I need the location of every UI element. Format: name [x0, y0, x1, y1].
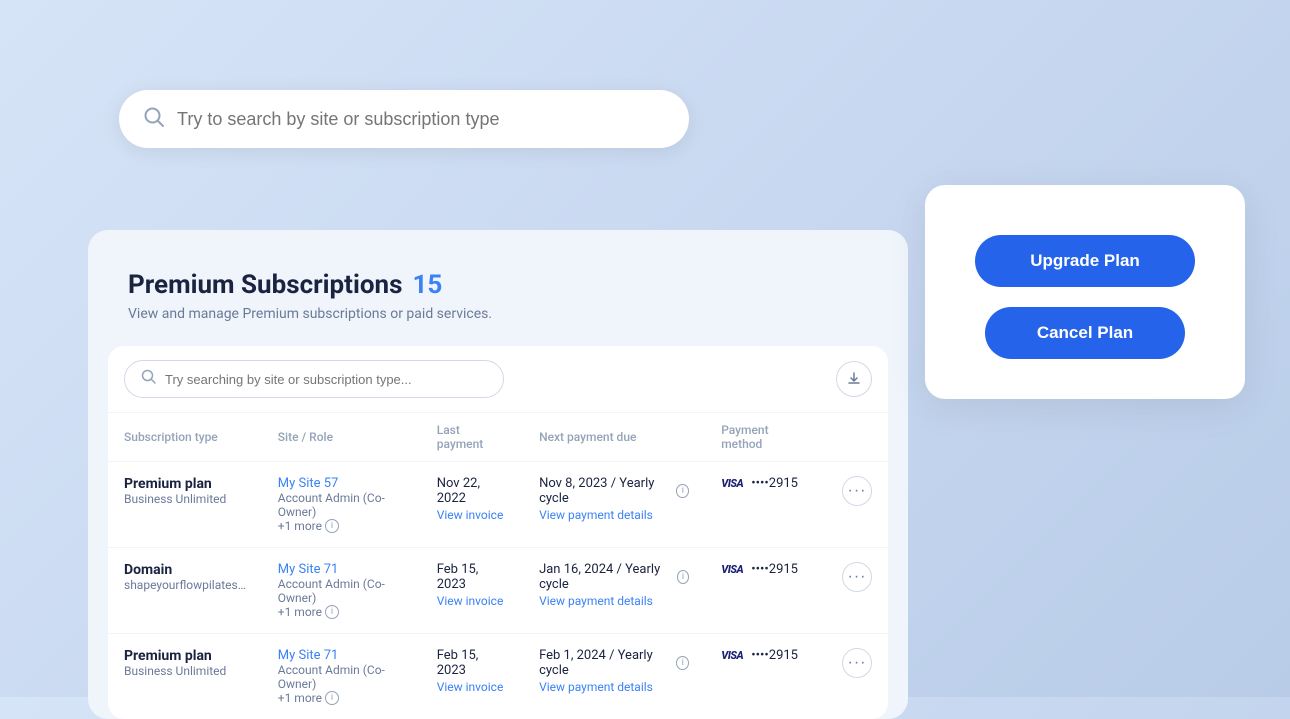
site-more: +1 more i: [278, 605, 405, 619]
site-link[interactable]: My Site 71: [278, 648, 405, 663]
col-actions: [826, 413, 888, 462]
col-next-payment: Next payment due: [523, 413, 705, 462]
row-actions-cell: ···: [826, 548, 888, 634]
top-search-bar: [119, 90, 689, 148]
next-payment-date: Nov 8, 2023 / Yearly cycle i: [539, 476, 689, 506]
col-site-role: Site / Role: [262, 413, 421, 462]
cycle-info-icon[interactable]: i: [676, 484, 689, 498]
site-link[interactable]: My Site 71: [278, 562, 405, 577]
visa-logo: VISA: [721, 563, 743, 576]
card-header: Premium Subscriptions 15 View and manage…: [88, 270, 908, 346]
upgrade-plan-button[interactable]: Upgrade Plan: [975, 235, 1195, 287]
search-input[interactable]: [177, 109, 665, 130]
cycle-info-icon[interactable]: i: [677, 570, 689, 584]
page-title-text: Premium Subscriptions: [128, 270, 402, 300]
view-invoice-link[interactable]: View invoice: [437, 680, 507, 694]
site-role: Account Admin (Co-Owner): [278, 663, 405, 691]
top-search-container: [119, 90, 689, 148]
download-button[interactable]: [836, 361, 872, 397]
table-row: Premium plan Business Unlimited My Site …: [108, 462, 888, 548]
sub-type-primary: Premium plan: [124, 476, 246, 492]
sub-type-primary: Domain: [124, 562, 246, 578]
card-last4: ••••2915: [751, 562, 798, 577]
page-count-badge: 15: [412, 270, 442, 300]
next-payment-cell: Jan 16, 2024 / Yearly cycle i View payme…: [523, 548, 705, 634]
site-role: Account Admin (Co-Owner): [278, 577, 405, 605]
row-more-button[interactable]: ···: [842, 476, 872, 506]
last-payment-cell: Feb 15, 2023 View invoice: [421, 634, 523, 719]
inner-search-icon: [141, 369, 157, 389]
payment-method-cell: VISA ••••2915: [705, 634, 826, 719]
last-payment-cell: Feb 15, 2023 View invoice: [421, 548, 523, 634]
view-payment-details-link[interactable]: View payment details: [539, 508, 689, 522]
row-actions-cell: ···: [826, 462, 888, 548]
inner-search-input[interactable]: [165, 372, 487, 387]
sub-type-secondary: Business Unlimited: [124, 492, 246, 506]
search-icon: [143, 106, 165, 132]
site-role-cell: My Site 71 Account Admin (Co-Owner) +1 m…: [262, 548, 421, 634]
next-payment-date: Jan 16, 2024 / Yearly cycle i: [539, 562, 689, 592]
row-actions-cell: ···: [826, 634, 888, 719]
view-payment-details-link[interactable]: View payment details: [539, 680, 689, 694]
info-icon[interactable]: i: [325, 605, 339, 619]
view-invoice-link[interactable]: View invoice: [437, 594, 507, 608]
site-role-cell: My Site 71 Account Admin (Co-Owner) +1 m…: [262, 634, 421, 719]
cancel-plan-button[interactable]: Cancel Plan: [985, 307, 1185, 359]
next-payment-cell: Feb 1, 2024 / Yearly cycle i View paymen…: [523, 634, 705, 719]
site-role-cell: My Site 57 Account Admin (Co-Owner) +1 m…: [262, 462, 421, 548]
info-icon[interactable]: i: [325, 519, 339, 533]
subscription-type-cell: Premium plan Business Unlimited: [108, 634, 262, 719]
col-last-payment: Last payment: [421, 413, 523, 462]
card-last4: ••••2915: [751, 648, 798, 663]
subscription-type-cell: Premium plan Business Unlimited: [108, 462, 262, 548]
site-link[interactable]: My Site 57: [278, 476, 405, 491]
visa-logo: VISA: [721, 477, 743, 490]
subscription-type-cell: Domain shapeyourflowpilates…: [108, 548, 262, 634]
subscriptions-table: Subscription type Site / Role Last payme…: [108, 413, 888, 719]
sub-type-secondary: Business Unlimited: [124, 664, 246, 678]
table-row: Premium plan Business Unlimited My Site …: [108, 634, 888, 719]
last-payment-cell: Nov 22, 2022 View invoice: [421, 462, 523, 548]
main-card: Premium Subscriptions 15 View and manage…: [88, 230, 908, 719]
action-panel: Upgrade Plan Cancel Plan: [925, 185, 1245, 399]
last-payment-date: Feb 15, 2023: [437, 648, 507, 678]
inner-search-bar: [124, 360, 504, 398]
cycle-info-icon[interactable]: i: [676, 656, 689, 670]
card-last4: ••••2915: [751, 476, 798, 491]
col-payment-method: Payment method: [705, 413, 826, 462]
table-row: Domain shapeyourflowpilates… My Site 71 …: [108, 548, 888, 634]
site-more: +1 more i: [278, 691, 405, 705]
inner-card: Subscription type Site / Role Last payme…: [108, 346, 888, 719]
site-more: +1 more i: [278, 519, 405, 533]
page-title: Premium Subscriptions 15: [128, 270, 868, 300]
visa-logo: VISA: [721, 649, 743, 662]
col-subscription-type: Subscription type: [108, 413, 262, 462]
row-more-button[interactable]: ···: [842, 562, 872, 592]
row-more-button[interactable]: ···: [842, 648, 872, 678]
next-payment-cell: Nov 8, 2023 / Yearly cycle i View paymen…: [523, 462, 705, 548]
view-payment-details-link[interactable]: View payment details: [539, 594, 689, 608]
sub-type-secondary: shapeyourflowpilates…: [124, 578, 246, 592]
payment-method-cell: VISA ••••2915: [705, 548, 826, 634]
site-role: Account Admin (Co-Owner): [278, 491, 405, 519]
page-subtitle: View and manage Premium subscriptions or…: [128, 306, 868, 322]
inner-search-container: [108, 346, 888, 413]
next-payment-date: Feb 1, 2024 / Yearly cycle i: [539, 648, 689, 678]
view-invoice-link[interactable]: View invoice: [437, 508, 507, 522]
last-payment-date: Feb 15, 2023: [437, 562, 507, 592]
last-payment-date: Nov 22, 2022: [437, 476, 507, 506]
payment-method-cell: VISA ••••2915: [705, 462, 826, 548]
sub-type-primary: Premium plan: [124, 648, 246, 664]
info-icon[interactable]: i: [325, 691, 339, 705]
